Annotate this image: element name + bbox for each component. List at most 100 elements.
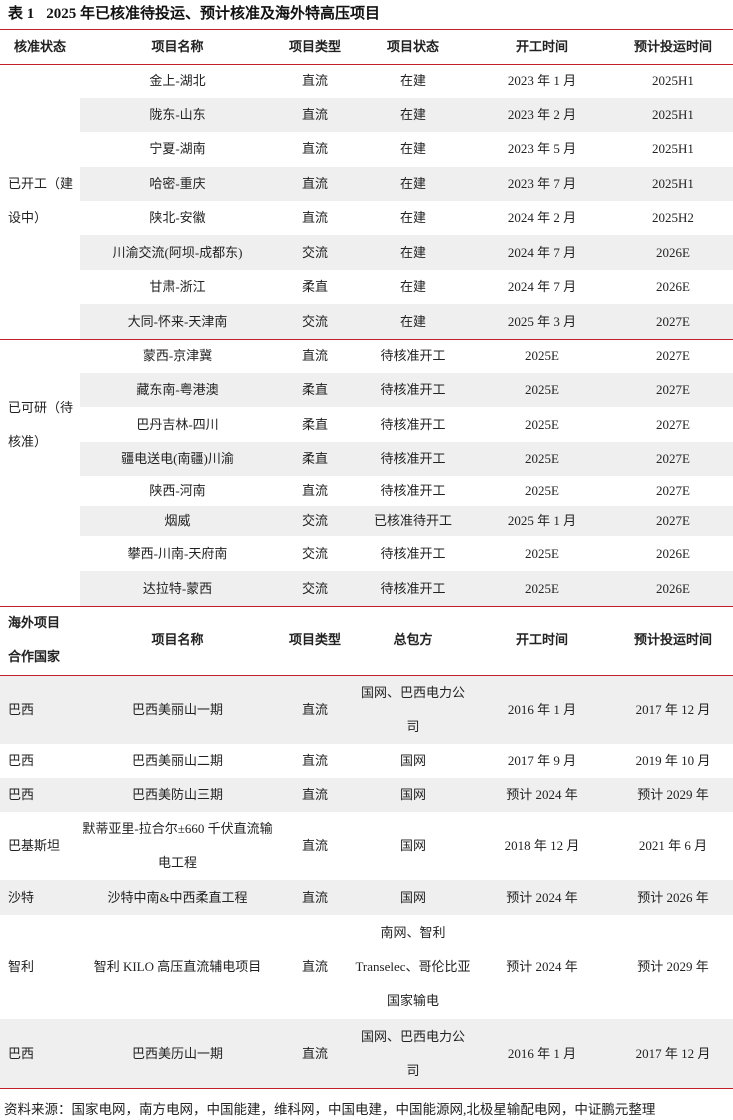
- project-name-cell: 陕西-河南: [149, 483, 206, 498]
- start-time-cell: 2025 年 3 月: [507, 313, 577, 329]
- project-name-cell: 蒙西-京津冀: [142, 348, 213, 363]
- project-type-cell: 交流: [301, 313, 328, 329]
- project-name-cell: 金上-湖北: [149, 73, 206, 88]
- operation-time-cell: 2027E: [656, 313, 690, 329]
- project-status-cell: 在建: [399, 176, 426, 191]
- start-time-cell: 预计 2024 年: [506, 889, 578, 905]
- project-name-cell: 达拉特-蒙西: [142, 580, 213, 596]
- contractor-cell: 国网: [399, 753, 426, 768]
- project-name-cell: 巴西美防山三期: [131, 787, 223, 802]
- header-country-line2: 合作国家: [8, 649, 61, 664]
- start-time-cell: 2023 年 7 月: [507, 176, 577, 191]
- header-cell: 核准状态: [13, 39, 66, 54]
- group-label-built: 已开工（建设中）: [8, 176, 74, 225]
- operation-time-cell: 2027E: [656, 483, 690, 498]
- contractor-cell: 国网: [399, 889, 426, 905]
- project-name-cell: 疆电送电(南疆)川渝: [121, 451, 234, 466]
- project-type-cell: 直流: [301, 210, 328, 225]
- project-status-cell: 在建: [399, 244, 426, 260]
- start-time-cell: 2025E: [525, 416, 559, 432]
- operation-time-cell: 2026E: [656, 279, 690, 294]
- project-name-cell: 川渝交流(阿坝-成都东): [112, 244, 243, 260]
- start-time-cell: 2025E: [525, 545, 559, 561]
- project-name-cell: 默蒂亚里-拉合尔±660 千伏直流输电工程: [82, 821, 273, 870]
- start-time-cell: 2025E: [525, 580, 559, 596]
- project-type-cell: 交流: [301, 545, 328, 561]
- project-type-cell: 交流: [301, 580, 328, 596]
- header-cell: 项目状态: [386, 39, 439, 54]
- rule-line: [0, 1088, 733, 1089]
- header-cell: 项目名称: [151, 39, 204, 54]
- operation-time-cell: 2027E: [656, 382, 690, 397]
- header-cell: 总包方: [393, 632, 433, 647]
- start-time-cell: 2025E: [525, 348, 559, 363]
- country-cell: 沙特: [8, 889, 35, 905]
- country-cell: 巴西: [8, 702, 35, 717]
- table-number: 表 1: [8, 6, 35, 22]
- project-type-cell: 交流: [301, 244, 328, 260]
- country-cell: 巴基斯坦: [8, 838, 61, 853]
- project-type-cell: 柔直: [301, 382, 328, 397]
- operation-time-cell: 2017 年 12 月: [635, 702, 711, 717]
- operation-time-cell: 2025H1: [652, 107, 694, 122]
- project-status-cell: 在建: [399, 73, 426, 88]
- project-name-cell: 藏东南-粤港澳: [136, 382, 219, 397]
- start-time-cell: 2023 年 2 月: [507, 107, 577, 122]
- project-name-cell: 巴丹吉林-四川: [136, 416, 219, 432]
- project-status-cell: 已核准待开工: [373, 513, 452, 528]
- operation-time-cell: 预计 2029 年: [637, 787, 709, 802]
- operation-time-cell: 预计 2029 年: [637, 959, 709, 974]
- operation-time-cell: 2027E: [656, 513, 690, 528]
- start-time-cell: 2024 年 2 月: [507, 210, 577, 225]
- start-time-cell: 2024 年 7 月: [507, 279, 577, 294]
- start-time-cell: 2025E: [525, 382, 559, 397]
- project-name-cell: 智利 KILO 高压直流辅电项目: [93, 959, 262, 974]
- operation-time-cell: 2026E: [656, 244, 690, 260]
- header-cell: 项目类型: [288, 632, 341, 647]
- header-cell: 项目类型: [288, 39, 341, 54]
- project-type-cell: 直流: [301, 753, 328, 768]
- start-time-cell: 2025E: [525, 483, 559, 498]
- start-time-cell: 预计 2024 年: [506, 959, 578, 974]
- start-time-cell: 2023 年 1 月: [507, 73, 577, 88]
- operation-time-cell: 2027E: [656, 451, 690, 466]
- project-status-cell: 待核准开工: [380, 483, 446, 498]
- header-cell: 项目名称: [151, 632, 204, 647]
- project-type-cell: 直流: [301, 889, 328, 905]
- contractor-cell: 国网、巴西电力公司: [360, 685, 465, 734]
- project-type-cell: 直流: [301, 141, 328, 156]
- start-time-cell: 2018 年 12 月: [504, 838, 580, 853]
- rule-line: [0, 339, 733, 340]
- project-name-cell: 宁夏-湖南: [149, 141, 206, 156]
- project-name-cell: 巴西美历山一期: [131, 1045, 223, 1061]
- operation-time-cell: 2026E: [656, 545, 690, 561]
- start-time-cell: 2025E: [525, 451, 559, 466]
- project-type-cell: 直流: [301, 959, 328, 974]
- project-name-cell: 巴西美丽山二期: [131, 753, 223, 768]
- project-type-cell: 柔直: [301, 416, 328, 432]
- project-name-cell: 大同-怀来-天津南: [127, 313, 228, 329]
- start-time-cell: 2016 年 1 月: [507, 702, 577, 717]
- project-status-cell: 待核准开工: [380, 416, 446, 432]
- table-title: 表 1 2025 年已核准待投运、预计核准及海外特高压项目: [8, 2, 380, 23]
- country-cell: 巴西: [8, 787, 35, 802]
- operation-time-cell: 2017 年 12 月: [635, 1045, 711, 1061]
- source-note: 资料来源：国家电网，南方电网，中国能建，维科网，中国电建，中国能源网,北极星输配…: [4, 1102, 656, 1117]
- project-name-cell: 陇东-山东: [149, 107, 206, 122]
- country-cell: 巴西: [8, 1045, 35, 1061]
- project-type-cell: 柔直: [301, 279, 328, 294]
- project-type-cell: 交流: [301, 513, 328, 528]
- operation-time-cell: 2027E: [656, 416, 690, 432]
- project-status-cell: 待核准开工: [380, 348, 446, 363]
- project-type-cell: 直流: [301, 107, 328, 122]
- project-status-cell: 待核准开工: [380, 451, 446, 466]
- project-type-cell: 直流: [301, 176, 328, 191]
- project-status-cell: 在建: [399, 279, 426, 294]
- operation-time-cell: 预计 2026 年: [637, 889, 709, 905]
- start-time-cell: 2025 年 1 月: [507, 513, 577, 528]
- project-name-cell: 攀西-川南-天府南: [127, 545, 228, 561]
- start-time-cell: 预计 2024 年: [506, 787, 578, 802]
- project-type-cell: 直流: [301, 838, 328, 853]
- group-label-pending: 已可研（待核准）: [8, 400, 74, 449]
- operation-time-cell: 2025H1: [652, 141, 694, 156]
